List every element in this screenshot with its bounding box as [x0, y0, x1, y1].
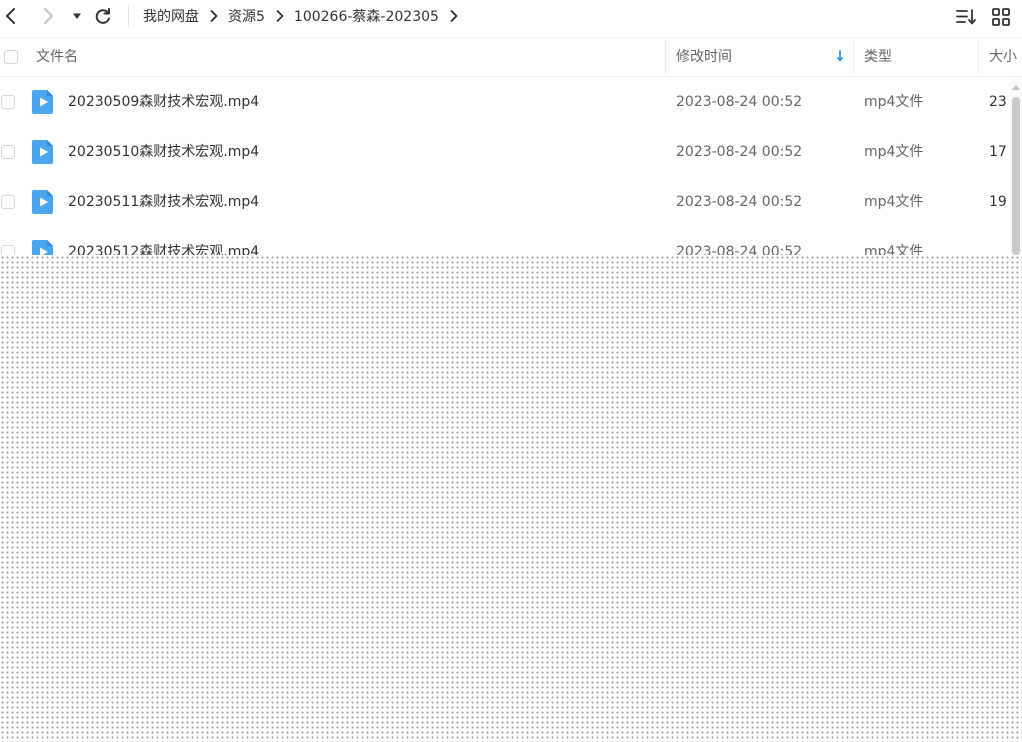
- scroll-up-arrow-icon[interactable]: [1011, 83, 1021, 91]
- view-toggle-button[interactable]: [989, 5, 1013, 29]
- breadcrumb-item-folder[interactable]: 资源5: [228, 6, 265, 26]
- file-size: [989, 227, 1010, 255]
- dotted-overlay: [0, 255, 1022, 742]
- file-type: mp4文件: [864, 144, 924, 160]
- file-modified: 2023-08-24 00:52: [676, 94, 803, 110]
- chevron-right-icon: [275, 9, 285, 23]
- table-row[interactable]: 20230511森财技术宏观.mp4 2023-08-24 00:52 mp4文…: [0, 177, 1010, 227]
- toolbar: 我的网盘 资源5 100266-蔡森-202305: [0, 0, 1022, 38]
- row-checkbox[interactable]: [1, 195, 15, 209]
- row-checkbox[interactable]: [1, 145, 15, 159]
- table-row[interactable]: 20230509森财技术宏观.mp4 2023-08-24 00:52 mp4文…: [0, 77, 1010, 127]
- toolbar-separator: [128, 5, 129, 27]
- file-name: 20230510森财技术宏观.mp4: [68, 144, 260, 160]
- video-file-icon: [32, 240, 54, 255]
- file-list-header: 文件名 修改时间 类型 大小: [0, 38, 1022, 77]
- file-type: mp4文件: [864, 94, 924, 110]
- breadcrumb: 我的网盘 资源5 100266-蔡森-202305: [143, 5, 468, 27]
- column-header-size[interactable]: 大小: [989, 38, 1022, 76]
- vertical-scrollbar[interactable]: [1010, 77, 1022, 255]
- file-name: 20230512森财技术宏观.mp4: [68, 244, 260, 255]
- file-size: 23: [989, 94, 1007, 110]
- row-checkbox[interactable]: [1, 95, 15, 109]
- arrow-left-icon: [6, 8, 15, 24]
- dropdown-triangle-icon: [73, 13, 81, 19]
- grid-view-icon: [992, 8, 1010, 26]
- column-divider[interactable]: [665, 40, 666, 74]
- column-header-type[interactable]: 类型: [864, 38, 964, 76]
- arrow-right-icon: [44, 8, 53, 24]
- video-file-icon: [32, 190, 54, 214]
- forward-button[interactable]: [36, 4, 60, 28]
- breadcrumb-item-current[interactable]: 100266-蔡森-202305: [294, 6, 439, 26]
- sort-menu-button[interactable]: [954, 5, 978, 29]
- file-name: 20230511森财技术宏观.mp4: [68, 194, 260, 210]
- row-checkbox[interactable]: [1, 245, 15, 255]
- video-file-icon: [32, 90, 54, 114]
- chevron-right-icon[interactable]: [449, 9, 459, 23]
- history-dropdown-button[interactable]: [66, 4, 90, 28]
- chevron-right-icon: [209, 9, 219, 23]
- refresh-button[interactable]: [91, 4, 115, 28]
- breadcrumb-item-root[interactable]: 我的网盘: [143, 6, 199, 26]
- column-header-modified[interactable]: 修改时间: [676, 38, 826, 76]
- column-divider[interactable]: [978, 40, 979, 74]
- file-modified: 2023-08-24 00:52: [676, 144, 803, 160]
- file-type: mp4文件: [864, 194, 924, 210]
- file-type: mp4文件: [864, 244, 924, 255]
- refresh-icon: [95, 8, 110, 24]
- file-size: 19: [989, 194, 1007, 210]
- sort-descending-arrow-icon[interactable]: [835, 50, 845, 64]
- sort-list-icon: [956, 9, 976, 25]
- file-list: 20230509森财技术宏观.mp4 2023-08-24 00:52 mp4文…: [0, 77, 1010, 255]
- file-size: 17: [989, 144, 1007, 160]
- scrollbar-thumb[interactable]: [1012, 97, 1020, 255]
- video-file-icon: [32, 140, 54, 164]
- table-row[interactable]: 20230510森财技术宏观.mp4 2023-08-24 00:52 mp4文…: [0, 127, 1010, 177]
- table-row[interactable]: 20230512森财技术宏观.mp4 2023-08-24 00:52 mp4文…: [0, 227, 1010, 255]
- file-name: 20230509森财技术宏观.mp4: [68, 94, 260, 110]
- select-all-checkbox[interactable]: [4, 50, 18, 64]
- back-button[interactable]: [0, 4, 24, 28]
- column-header-name[interactable]: 文件名: [36, 38, 636, 76]
- column-divider[interactable]: [853, 40, 854, 74]
- file-modified: 2023-08-24 00:52: [676, 244, 803, 255]
- file-modified: 2023-08-24 00:52: [676, 194, 803, 210]
